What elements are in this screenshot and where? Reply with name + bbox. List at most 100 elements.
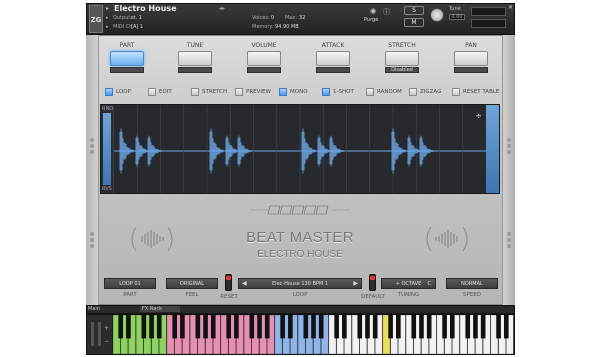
reset-switch[interactable] — [225, 274, 232, 291]
tab-tune[interactable] — [178, 51, 212, 66]
zigzag-checkbox[interactable] — [409, 87, 417, 96]
black-key — [149, 315, 154, 339]
option-zigzag-label: ZIGZAG — [420, 88, 442, 95]
waveform-display[interactable] — [114, 105, 486, 193]
waveform-right-strip[interactable] — [486, 105, 499, 193]
black-key — [449, 315, 455, 339]
tab-part[interactable] — [110, 51, 144, 66]
option-loop[interactable]: LOOP — [105, 87, 131, 96]
speed-label: SPEED — [463, 292, 481, 298]
close-icon[interactable]: ✕ — [508, 4, 513, 11]
piano-keys[interactable] — [113, 315, 514, 354]
loop-next-arrow-icon[interactable]: ▶ — [353, 279, 358, 289]
option-zigzag[interactable]: ZIGZAG — [409, 87, 441, 96]
stretch-checkbox[interactable] — [191, 87, 199, 96]
black-key — [365, 315, 370, 339]
speaker-ornament-right — [426, 226, 468, 252]
option-random[interactable]: RANDOM — [366, 87, 402, 96]
memory-label: Memory: — [252, 24, 274, 30]
black-key — [411, 315, 417, 339]
option-1-shot-label: 1-SHOT — [333, 88, 354, 95]
default-switch[interactable] — [369, 274, 376, 291]
camera-icon[interactable]: ◉ — [370, 7, 376, 15]
tune-knob[interactable] — [430, 8, 444, 22]
tab-main[interactable]: Main — [88, 306, 100, 312]
feel-selector[interactable]: ORIGINAL — [166, 278, 218, 289]
panel-rail-left — [86, 35, 99, 305]
loop-name: Elec-House 130 BPM 1 — [271, 281, 329, 287]
option-reset-table-label: RESET TABLE — [463, 88, 500, 95]
option-edit[interactable]: EDIT — [148, 87, 172, 96]
1-shot-checkbox[interactable] — [322, 87, 330, 96]
waveform-zoom-icon[interactable]: ✣ — [476, 113, 481, 120]
edit-checkbox[interactable] — [148, 87, 156, 96]
mono-checkbox[interactable] — [279, 87, 287, 96]
random-amount-bar[interactable] — [103, 113, 111, 185]
black-key — [442, 315, 447, 339]
part-selector[interactable]: LOOP 01 — [104, 278, 156, 289]
octave-up-icon[interactable]: + — [104, 325, 109, 332]
black-key — [342, 315, 347, 339]
tuning-selector[interactable]: + OCTAVE C — [381, 278, 436, 289]
tab-attack[interactable] — [316, 51, 350, 66]
tune-value[interactable]: 0.00 — [449, 14, 465, 20]
pitch-wheel[interactable] — [91, 322, 94, 346]
memory-value: 94.90 MB — [275, 24, 299, 30]
default-lamp — [370, 276, 375, 280]
tab-stretch[interactable] — [385, 51, 419, 66]
black-key — [226, 315, 231, 339]
black-key — [388, 315, 393, 339]
black-key — [426, 315, 432, 339]
octave-down-icon[interactable]: − — [104, 338, 109, 345]
loop-prev-arrow-icon[interactable]: ◀ — [242, 279, 247, 289]
solo-button[interactable]: S — [404, 6, 424, 15]
tab-fx-rack[interactable]: FX Rack — [140, 306, 180, 312]
purge-button[interactable]: Purge — [364, 17, 378, 23]
tuning-key: C — [427, 281, 432, 287]
tuning-label: TUNING — [397, 292, 420, 298]
tab-stretch-status: Disabled — [385, 67, 419, 73]
option-mono[interactable]: MONO — [279, 87, 308, 96]
black-key — [249, 315, 255, 339]
output-value[interactable]: st. 1 — [131, 15, 142, 21]
tab-attack-label: ATTACK — [321, 42, 345, 49]
preview-checkbox[interactable] — [235, 87, 243, 96]
info-icon[interactable]: ⓘ — [383, 7, 390, 17]
tab-pan-status — [454, 67, 488, 73]
midi-value[interactable]: [A] 1 — [131, 24, 143, 30]
black-key — [465, 315, 471, 339]
tab-pan-label: PAN — [465, 42, 477, 49]
instrument-title[interactable]: Electro House — [114, 4, 177, 13]
black-key — [303, 315, 309, 339]
title-arrows-icon[interactable]: ◂▸ — [219, 5, 225, 12]
black-key — [203, 315, 208, 339]
zero-g-logo — [250, 205, 350, 215]
product-subtitle: ELECTRO HOUSE — [257, 249, 343, 260]
reset-table-checkbox[interactable] — [452, 87, 460, 96]
max-label: Max: — [285, 15, 298, 21]
rnd-label: RND — [102, 106, 114, 112]
black-key — [318, 315, 324, 339]
max-voices-value[interactable]: 32 — [299, 15, 305, 21]
loop-selector[interactable]: ◀ Elec-House 130 BPM 1 ▶ — [238, 278, 362, 289]
option-1-shot[interactable]: 1-SHOT — [322, 87, 354, 96]
random-checkbox[interactable] — [366, 87, 374, 96]
option-stretch[interactable]: STRETCH — [191, 87, 227, 96]
panel-rail-right — [502, 35, 515, 305]
option-mono-label: MONO — [290, 88, 308, 95]
option-reset-table[interactable]: RESET TABLE — [452, 87, 499, 96]
output-label: Output: — [113, 15, 133, 21]
rvs-label: RVS — [102, 186, 112, 192]
zg-logo: ZG — [89, 5, 103, 33]
collapse-arrow-icon[interactable]: ▸ — [106, 5, 109, 12]
voices-label: Voices: — [252, 15, 270, 21]
mod-wheel[interactable] — [98, 322, 101, 346]
tab-pan[interactable] — [454, 51, 488, 66]
loop-checkbox[interactable] — [105, 87, 113, 96]
product-title: BEAT MASTER — [246, 229, 354, 246]
tab-volume[interactable] — [247, 51, 281, 66]
mute-button[interactable]: M — [404, 18, 424, 27]
option-preview[interactable]: PREVIEW — [235, 87, 271, 96]
black-key — [257, 315, 262, 339]
speed-selector[interactable]: NORMAL — [446, 278, 498, 289]
